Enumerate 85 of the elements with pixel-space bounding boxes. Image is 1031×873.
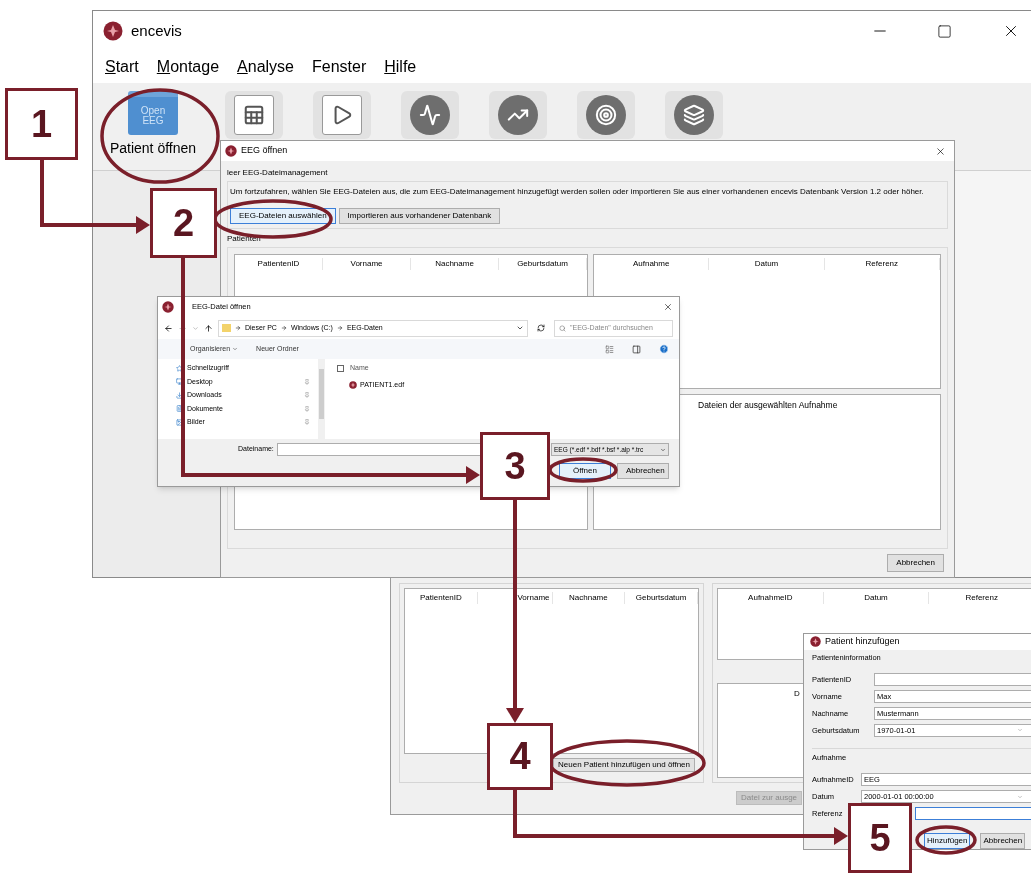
dialog-button[interactable]: EEG-Dateien auswählen (230, 208, 336, 224)
toolbar-icon[interactable] (577, 91, 635, 139)
nav-icon (176, 405, 183, 413)
menu-item[interactable]: Hilfe (384, 55, 417, 79)
column-header[interactable]: Aufnahme (594, 258, 710, 270)
add-patient-button[interactable]: Neuen Patient hinzufügen und öffnen (553, 758, 695, 772)
step-number: 2 (150, 188, 217, 258)
caret-icon (232, 346, 239, 352)
column-header[interactable]: PatientenID (405, 592, 478, 604)
dialog-button[interactable]: Abbrechen (980, 833, 1026, 849)
pin-icon (304, 392, 310, 399)
toolbar-icon[interactable] (489, 91, 547, 139)
close-icon[interactable] (935, 145, 946, 157)
column-header[interactable]: Referenz (824, 258, 940, 270)
column-header[interactable]: Vorname (323, 258, 411, 270)
column-header[interactable]: PatientenID (235, 258, 323, 270)
dialog-title: EEG öffnen (241, 144, 288, 158)
window-title: encevis (131, 20, 182, 41)
column-header[interactable]: Nachname (552, 592, 626, 604)
dialog-button[interactable]: Importieren aus vorhandener Datenbank (338, 208, 501, 224)
column-header[interactable]: Referenz (929, 592, 1031, 604)
column-header[interactable]: Nachname (411, 258, 499, 270)
folder-icon (222, 324, 231, 332)
app-logo-icon (225, 145, 237, 157)
column-header[interactable]: Vorname (477, 592, 553, 604)
refresh-icon[interactable] (537, 324, 545, 332)
step-number: 4 (487, 723, 553, 790)
toolbar-icon[interactable] (225, 91, 283, 139)
chevron-icon (280, 325, 287, 331)
scrollbar[interactable] (318, 359, 325, 439)
caret-icon[interactable] (516, 324, 524, 332)
dialog-button[interactable]: Öffnen (559, 463, 611, 479)
maximize-icon[interactable] (937, 23, 952, 39)
input-field[interactable] (915, 807, 1031, 820)
folder-icon: Open EEG (128, 91, 178, 135)
highlight-ellipse (915, 825, 977, 855)
toolbar-icon[interactable] (401, 91, 459, 139)
highlight-ellipse (548, 457, 618, 483)
app-logo-icon (810, 636, 821, 648)
pane-icon[interactable] (632, 344, 641, 354)
pin-icon (304, 405, 310, 412)
column-header[interactable]: Datum (709, 258, 825, 270)
group-title: leer EEG-Dateimanagement (227, 167, 329, 179)
toolbar-button[interactable]: Open EEG Patient öffnen (103, 91, 203, 159)
menu-item[interactable]: Montage (156, 55, 220, 79)
checkbox[interactable] (337, 364, 344, 372)
caret-icon (660, 446, 666, 453)
chevron-icon (235, 325, 241, 331)
menu-item[interactable]: Analyse (237, 55, 294, 79)
app-logo-icon (162, 301, 174, 313)
cancel-button[interactable]: Abbrechen (887, 554, 944, 572)
menu-item[interactable]: Start (105, 55, 139, 79)
toolbar-icon[interactable] (313, 91, 371, 139)
app-logo-icon (349, 380, 357, 389)
up-icon[interactable] (204, 323, 213, 333)
dialog-title: Patient hinzufügen (825, 635, 900, 648)
dialog-button[interactable]: Abbrechen (617, 463, 669, 479)
nav-icon (176, 364, 183, 372)
nav-icon (176, 378, 183, 386)
toolbar-icon[interactable] (665, 91, 723, 139)
caret-icon (1017, 793, 1023, 800)
help-icon[interactable] (659, 344, 669, 354)
nav-icon (176, 391, 183, 399)
input-field[interactable] (874, 672, 1031, 686)
menu-item[interactable]: Fenster (312, 55, 367, 79)
column-header[interactable]: Datum (823, 592, 930, 604)
step-number: 5 (848, 803, 912, 873)
nav-icon (176, 418, 183, 426)
view-icon[interactable] (605, 344, 614, 354)
dialog-button[interactable]: Hinzufügen (924, 833, 971, 849)
caret-icon (1017, 727, 1023, 734)
files-label: D (794, 688, 800, 701)
step-number: 1 (5, 88, 78, 160)
chevron-icon (336, 325, 343, 331)
pin-icon (304, 378, 310, 385)
pin-icon (304, 419, 310, 426)
back-icon[interactable] (164, 323, 173, 333)
step-number: 3 (480, 432, 550, 500)
instructions: Um fortzufahren, wählen Sie EEG-Dateien aus, die zum EEG-Dateimanagement hinzugefügt werden sollen oder importieren Sie aus einer vorhandenen encevis Datenbank Version 1.2 oder höher. (230, 186, 925, 198)
column-header[interactable]: Geburtsdatum (625, 592, 698, 604)
files-label: Dateien der ausgewählten Aufnahme (698, 399, 838, 412)
app-logo-icon (103, 21, 123, 41)
column-header[interactable]: Geburtsdatum (499, 258, 587, 270)
column-header[interactable]: AufnahmeID (718, 592, 824, 604)
search-icon (559, 324, 566, 332)
